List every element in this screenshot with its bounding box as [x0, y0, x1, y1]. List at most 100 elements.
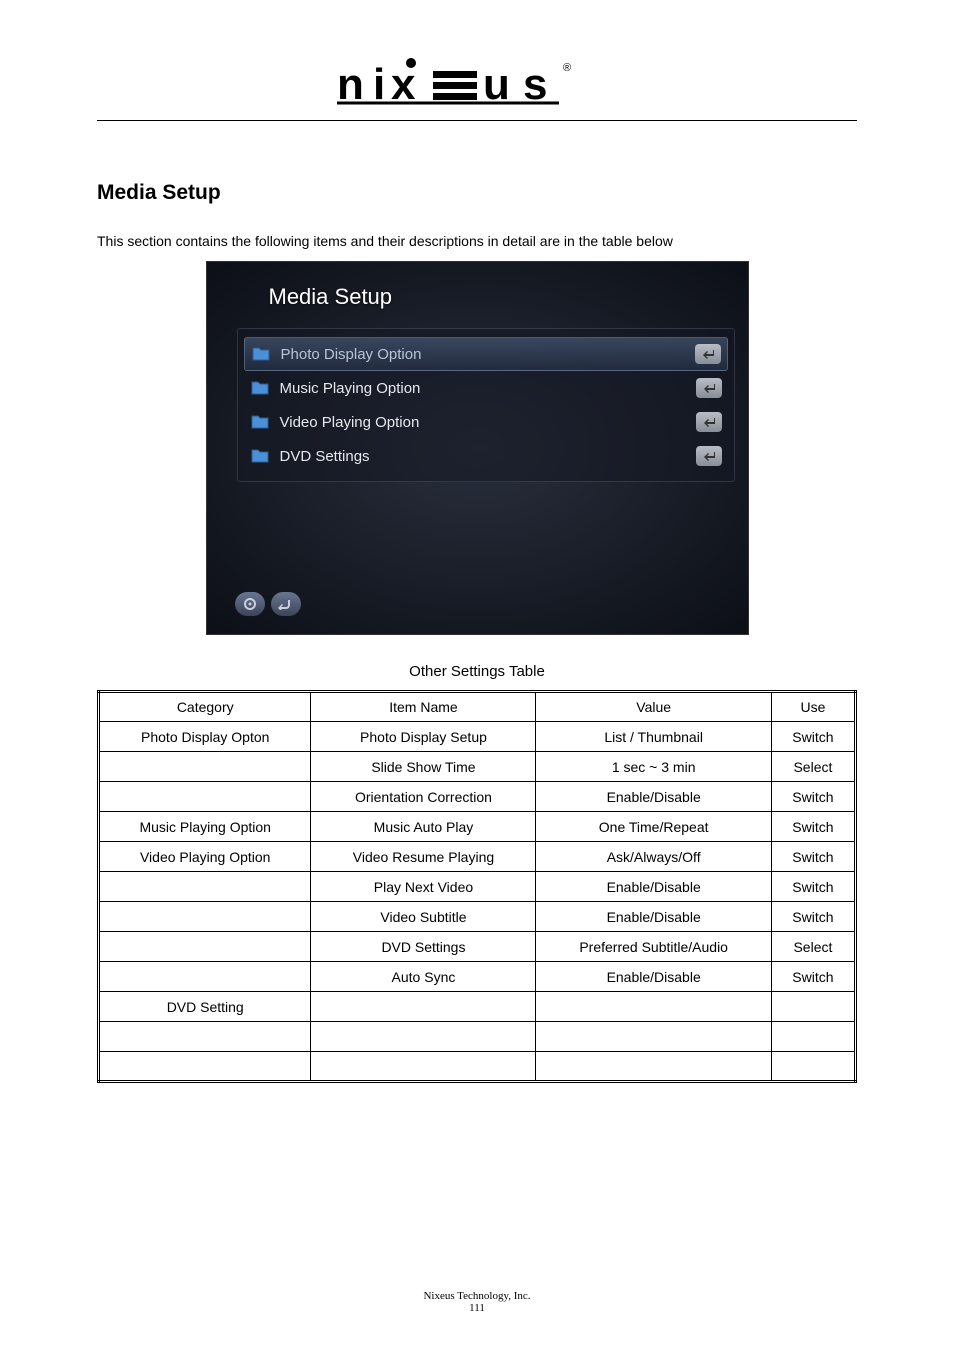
table-cell: Orientation Correction [311, 782, 536, 812]
table-cell: Switch [771, 962, 855, 992]
table-cell [771, 1052, 855, 1082]
svg-text:n: n [337, 60, 363, 107]
table-cell: 1 sec ~ 3 min [536, 752, 771, 782]
table-row: Play Next VideoEnable/DisableSwitch [99, 872, 856, 902]
table-row: Slide Show Time1 sec ~ 3 minSelect [99, 752, 856, 782]
table-cell [536, 1022, 771, 1052]
table-cell [99, 1052, 311, 1082]
table-row: DVD Setting [99, 992, 856, 1022]
svg-text:u: u [483, 60, 509, 107]
table-cell: Enable/Disable [536, 962, 771, 992]
table-cell [311, 1022, 536, 1052]
table-cell: One Time/Repeat [536, 812, 771, 842]
table-cell: Switch [771, 902, 855, 932]
logo-area: n i x u s ® [0, 0, 954, 120]
folder-icon [251, 344, 271, 364]
screenshot-panel: Photo Display Option Music Playing Optio… [237, 328, 735, 482]
table-cell: Select [771, 752, 855, 782]
table-cell: List / Thumbnail [536, 722, 771, 752]
enter-icon [695, 344, 721, 364]
enter-icon [696, 412, 722, 432]
table-cell [536, 992, 771, 1022]
table-cell: Video Playing Option [99, 842, 311, 872]
screenshot-footer [235, 592, 301, 616]
table-cell: DVD Setting [99, 992, 311, 1022]
svg-text:x: x [391, 60, 416, 107]
table-cell [99, 872, 311, 902]
table-row: Photo Display OptonPhoto Display SetupLi… [99, 722, 856, 752]
return-icon[interactable] [271, 592, 301, 616]
table-cell: Photo Display Setup [311, 722, 536, 752]
menu-item-music[interactable]: Music Playing Option [238, 371, 734, 405]
svg-text:i: i [373, 60, 384, 107]
table-cell: Video Resume Playing [311, 842, 536, 872]
table-row: Orientation CorrectionEnable/DisableSwit… [99, 782, 856, 812]
svg-text:s: s [523, 60, 546, 107]
table-cell: Preferred Subtitle/Audio [536, 932, 771, 962]
enter-icon [696, 378, 722, 398]
th-item: Item Name [311, 692, 536, 722]
table-cell [99, 902, 311, 932]
reg-mark: ® [563, 62, 571, 74]
table-cell: Music Auto Play [311, 812, 536, 842]
table-row: Auto SyncEnable/DisableSwitch [99, 962, 856, 992]
menu-label: DVD Settings [280, 448, 696, 465]
table-cell: Enable/Disable [536, 782, 771, 812]
table-cell: Video Subtitle [311, 902, 536, 932]
enter-icon [696, 446, 722, 466]
menu-item-photo[interactable]: Photo Display Option [244, 337, 728, 371]
table-caption: Other Settings Table [97, 663, 857, 680]
table-cell: Ask/Always/Off [536, 842, 771, 872]
page-heading: Media Setup [97, 181, 857, 205]
table-cell: Switch [771, 722, 855, 752]
menu-label: Music Playing Option [280, 380, 696, 397]
table-row [99, 1052, 856, 1082]
screenshot-title: Media Setup [269, 284, 728, 310]
table-row: Video Playing OptionVideo Resume Playing… [99, 842, 856, 872]
media-setup-screenshot: Media Setup Photo Display Option Music P… [206, 261, 749, 635]
table-cell [99, 752, 311, 782]
menu-label: Photo Display Option [281, 346, 695, 363]
table-cell: Photo Display Opton [99, 722, 311, 752]
table-cell: Switch [771, 842, 855, 872]
menu-item-dvd[interactable]: DVD Settings [238, 439, 734, 473]
table-cell [771, 1022, 855, 1052]
intro-text: This section contains the following item… [97, 233, 857, 249]
table-cell: Auto Sync [311, 962, 536, 992]
table-cell [99, 932, 311, 962]
table-cell [311, 992, 536, 1022]
table-cell: Switch [771, 872, 855, 902]
table-cell: Enable/Disable [536, 902, 771, 932]
page-number: 111 [0, 1302, 954, 1314]
settings-table: Category Item Name Value Use Photo Displ… [97, 690, 857, 1083]
table-cell: Slide Show Time [311, 752, 536, 782]
folder-icon [250, 412, 270, 432]
table-row: Video SubtitleEnable/DisableSwitch [99, 902, 856, 932]
table-cell: Music Playing Option [99, 812, 311, 842]
content-area: Media Setup This section contains the fo… [97, 121, 857, 1083]
gear-icon[interactable] [235, 592, 265, 616]
table-cell [99, 782, 311, 812]
table-row: DVD SettingsPreferred Subtitle/AudioSele… [99, 932, 856, 962]
table-cell: Play Next Video [311, 872, 536, 902]
menu-item-video[interactable]: Video Playing Option [238, 405, 734, 439]
table-cell: Switch [771, 782, 855, 812]
table-cell [99, 1022, 311, 1052]
th-value: Value [536, 692, 771, 722]
folder-icon [250, 378, 270, 398]
table-cell: Switch [771, 812, 855, 842]
company-name: Nixeus Technology, Inc. [0, 1290, 954, 1302]
table-cell [99, 962, 311, 992]
th-use: Use [771, 692, 855, 722]
th-category: Category [99, 692, 311, 722]
folder-icon [250, 446, 270, 466]
page-footer: Nixeus Technology, Inc. 111 [0, 1290, 954, 1314]
table-cell [771, 992, 855, 1022]
menu-label: Video Playing Option [280, 414, 696, 431]
table-header-row: Category Item Name Value Use [99, 692, 856, 722]
table-cell: Enable/Disable [536, 872, 771, 902]
table-cell: DVD Settings [311, 932, 536, 962]
nixeus-logo: n i x u s ® [337, 55, 617, 107]
table-row [99, 1022, 856, 1052]
table-cell [311, 1052, 536, 1082]
